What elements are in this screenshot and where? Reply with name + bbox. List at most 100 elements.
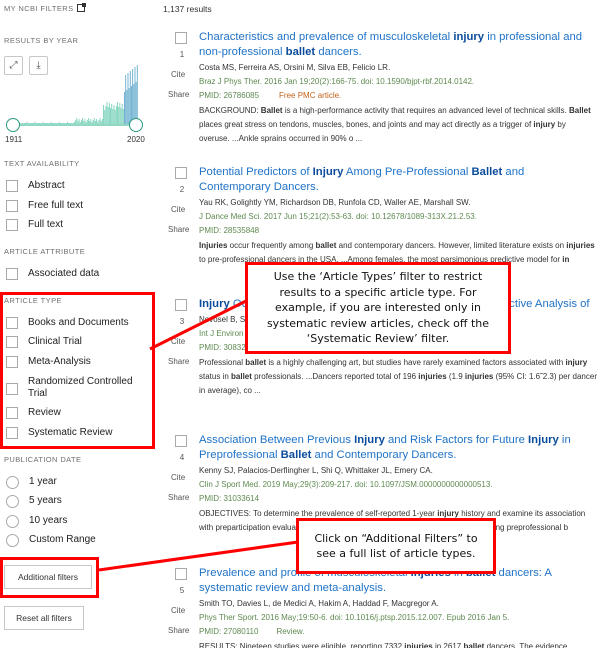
checkbox[interactable] xyxy=(6,219,18,231)
checkbox[interactable] xyxy=(6,180,18,192)
radio[interactable] xyxy=(6,534,19,547)
date-label: 1 year xyxy=(29,476,57,487)
histogram-bar xyxy=(113,105,115,124)
result-checkbox[interactable] xyxy=(175,32,187,44)
checkbox[interactable] xyxy=(6,317,18,329)
filter-abstract[interactable]: Abstract xyxy=(6,180,65,192)
result-body: Potential Predictors of Injury Among Pre… xyxy=(199,165,597,267)
cite-button[interactable]: Cite xyxy=(171,205,185,214)
result-pmid-row: PMID: 31033614 xyxy=(199,494,597,504)
result-checkbox[interactable] xyxy=(175,299,187,311)
checkbox[interactable] xyxy=(6,383,18,395)
results-by-year-heading: RESULTS BY YEAR xyxy=(4,36,79,45)
result-number: 4 xyxy=(179,453,185,462)
checkbox[interactable] xyxy=(6,200,18,212)
date-5-years[interactable]: 5 years xyxy=(6,495,62,508)
result-authors: Kenny SJ, Palacios-Derflingher L, Shi Q,… xyxy=(199,466,433,475)
share-button[interactable]: Share xyxy=(168,357,189,366)
my-ncbi-filters-link[interactable]: MY NCBI FILTERS xyxy=(4,3,87,13)
checkbox[interactable] xyxy=(6,356,18,368)
callout-text: Use the ‘Article Types’ filter to restri… xyxy=(266,270,490,346)
date-10-years[interactable]: 10 years xyxy=(6,515,67,528)
results-by-year-histogram xyxy=(10,65,138,124)
filters-sidebar: MY NCBI FILTERS RESULTS BY YEAR ⤢ ⤓ 1911… xyxy=(0,0,160,648)
result-citation: Phys Ther Sport. 2016 May;19:50-6. doi: … xyxy=(199,613,510,622)
result-snippet: RESULTS: Nineteen studies were eligible,… xyxy=(199,642,568,648)
date-label: Custom Range xyxy=(29,534,96,545)
histogram-bar xyxy=(119,103,121,124)
cite-button[interactable]: Cite xyxy=(171,473,185,482)
checkbox[interactable] xyxy=(6,336,18,348)
radio[interactable] xyxy=(6,495,19,508)
result-snippet: BACKGROUND: Ballet is a high-performance… xyxy=(199,106,591,143)
result-checkbox[interactable] xyxy=(175,435,187,447)
result-citation: Clin J Sport Med. 2019 May;29(3):209-217… xyxy=(199,480,493,489)
histogram-bar xyxy=(118,107,120,124)
filter-full-text[interactable]: Full text xyxy=(6,219,63,231)
filter-meta-analysis[interactable]: Meta-Analysis xyxy=(6,356,91,368)
histogram-bar xyxy=(126,90,128,124)
filter-label: Systematic Review xyxy=(28,427,113,438)
result-citation: Braz J Phys Ther. 2016 Jan 19;20(2):166-… xyxy=(199,77,475,86)
result-title-link[interactable]: Association Between Previous Injury and … xyxy=(199,433,597,463)
share-button[interactable]: Share xyxy=(168,225,189,234)
publication-date-heading: PUBLICATION DATE xyxy=(4,455,82,464)
result-authors: Costa MS, Ferreira AS, Orsini M, Silva E… xyxy=(199,63,391,72)
checkbox[interactable] xyxy=(6,268,18,280)
result-number: 5 xyxy=(179,586,185,595)
year-start-handle[interactable] xyxy=(6,118,20,132)
additional-filters-callout: Click on “Additional Filters” to see a f… xyxy=(296,518,496,574)
cite-button[interactable]: Cite xyxy=(171,337,185,346)
filter-books-and-documents[interactable]: Books and Documents xyxy=(6,317,129,329)
checkbox[interactable] xyxy=(6,427,18,439)
histogram-bar xyxy=(117,102,118,124)
result-authors: Yau RK, Golightly YM, Richardson DB, Run… xyxy=(199,198,471,207)
reset-all-filters-button[interactable]: Reset all filters xyxy=(4,606,84,630)
cite-button[interactable]: Cite xyxy=(171,70,185,79)
result-number: 2 xyxy=(179,185,185,194)
date-1-year[interactable]: 1 year xyxy=(6,476,57,489)
year-end-handle[interactable] xyxy=(129,118,143,132)
result-snippet: Professional ballet is a highly challeng… xyxy=(199,358,597,395)
filter-randomized-controlled-trial[interactable]: Randomized Controlled Trial xyxy=(6,376,136,400)
radio[interactable] xyxy=(6,476,19,489)
checkbox[interactable] xyxy=(6,407,18,419)
result-pmid-row: PMID: 27080110 Review. xyxy=(199,627,597,637)
histogram-bar xyxy=(127,73,129,124)
histogram-bar xyxy=(105,106,107,124)
free-pmc-badge: Free PMC article. xyxy=(279,91,342,100)
filter-systematic-review[interactable]: Systematic Review xyxy=(6,427,112,439)
date-label: 5 years xyxy=(29,495,62,506)
additional-filters-button[interactable]: Additional filters xyxy=(4,565,92,589)
histogram-bar xyxy=(103,105,105,124)
filter-review[interactable]: Review xyxy=(6,407,61,419)
result-checkbox[interactable] xyxy=(175,568,187,580)
result-number: 3 xyxy=(179,317,185,326)
share-button[interactable]: Share xyxy=(168,90,189,99)
year-range-track xyxy=(14,124,136,126)
result-pmid-row: PMID: 28535848 xyxy=(199,226,597,236)
cite-button[interactable]: Cite xyxy=(171,606,185,615)
histogram-bar xyxy=(110,108,111,124)
result-checkbox[interactable] xyxy=(175,167,187,179)
share-button[interactable]: Share xyxy=(168,493,189,502)
radio[interactable] xyxy=(6,515,19,528)
year-end-label: 2020 xyxy=(127,135,145,144)
article-types-callout: Use the ‘Article Types’ filter to restri… xyxy=(245,262,511,354)
result-pmid: PMID: 31033614 xyxy=(199,494,260,503)
filter-label: Randomized Controlled Trial xyxy=(28,376,133,399)
result-title-link[interactable]: Characteristics and prevalence of muscul… xyxy=(199,30,597,60)
histogram-bar xyxy=(106,102,108,124)
date-custom-range[interactable]: Custom Range xyxy=(6,534,96,547)
result-number: 1 xyxy=(179,50,185,59)
histogram-bar xyxy=(121,104,123,124)
filter-clinical-trial[interactable]: Clinical Trial xyxy=(6,336,82,348)
histogram-bar xyxy=(111,104,113,124)
article-type-heading: ARTICLE TYPE xyxy=(4,296,62,305)
filter-free-full-text[interactable]: Free full text xyxy=(6,200,83,212)
filter-label: Meta-Analysis xyxy=(28,356,91,367)
result-title-link[interactable]: Potential Predictors of Injury Among Pre… xyxy=(199,165,597,195)
histogram-bar xyxy=(104,110,106,124)
filter-associated-data[interactable]: Associated data xyxy=(6,268,99,280)
share-button[interactable]: Share xyxy=(168,626,189,635)
